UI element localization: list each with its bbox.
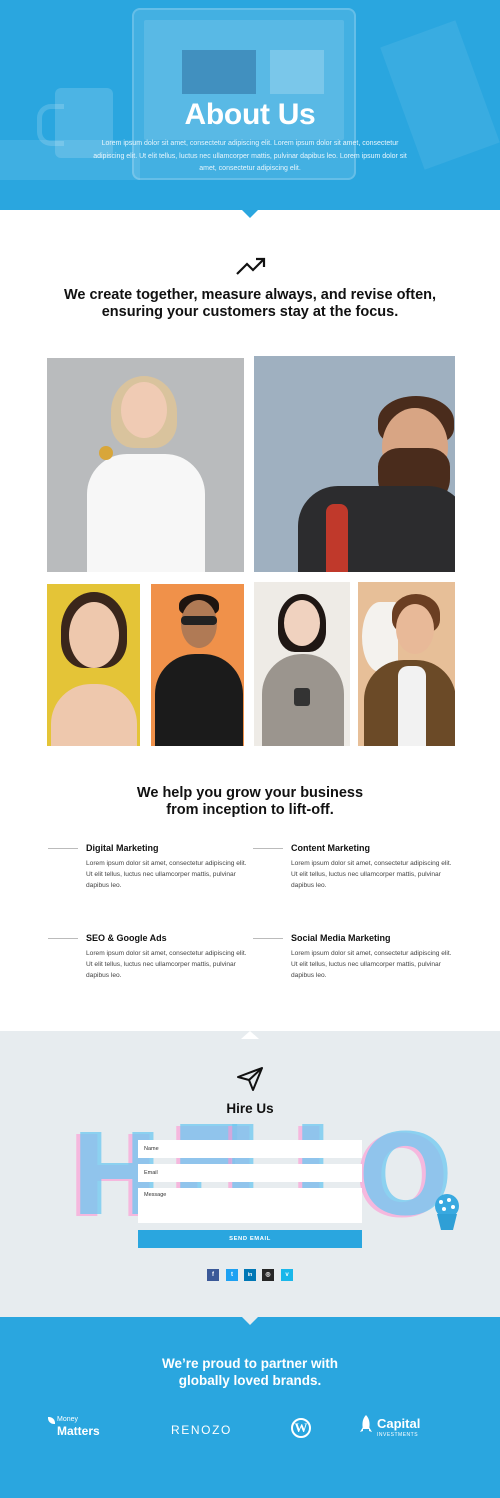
linkedin-icon[interactable]: in [244,1269,256,1281]
rocket-icon [360,1415,372,1432]
paper-plane-icon [237,1067,263,1091]
partners-section [0,1317,500,1498]
team-photo-man-hat [358,582,455,746]
team-photo-woman-yellow [47,584,140,746]
hero-banner: About Us Lorem ipsum dolor sit amet, con… [0,0,500,210]
twitter-icon[interactable]: t [226,1269,238,1281]
trend-up-icon [236,257,266,275]
send-email-button[interactable]: SEND EMAIL [138,1230,362,1248]
message-field[interactable] [138,1188,362,1223]
name-field[interactable] [138,1140,362,1158]
service-title: Digital Marketing [86,843,159,853]
wordpress-logo: W [291,1418,311,1438]
instagram-icon[interactable]: ◎ [262,1269,274,1281]
team-photo-woman-white-shirt [47,358,244,572]
hire-us-title: Hire Us [226,1101,274,1116]
mission-statement: We create together, measure always, and … [63,287,437,320]
section-pointer [241,209,259,218]
services-heading: We help you grow your business from ince… [136,785,364,818]
cupcake-icon [435,1194,459,1230]
team-photo-woman-phone [254,582,350,746]
section-pointer [241,1031,259,1039]
service-text: Lorem ipsum dolor sit amet, consectetur … [86,950,247,979]
vimeo-icon[interactable]: v [281,1269,293,1281]
facebook-icon[interactable]: f [207,1269,219,1281]
team-photo-man-orange [151,584,244,746]
section-pointer [241,1316,259,1325]
service-text: Lorem ipsum dolor sit amet, consectetur … [291,950,452,979]
service-title: Content Marketing [291,843,371,853]
service-title: SEO & Google Ads [86,933,167,943]
team-photo-bearded-man [254,356,455,572]
hero-text: Lorem ipsum dolor sit amet, consectetur … [93,140,407,172]
partners-heading: We’re proud to partner with globally lov… [161,1356,338,1388]
renozo-logo: RENOZO [171,1423,232,1437]
service-title: Social Media Marketing [291,933,391,943]
page-title: About Us [184,98,316,131]
service-text: Lorem ipsum dolor sit amet, consectetur … [86,860,247,889]
service-text: Lorem ipsum dolor sit amet, consectetur … [291,860,452,889]
email-field[interactable] [138,1164,362,1182]
